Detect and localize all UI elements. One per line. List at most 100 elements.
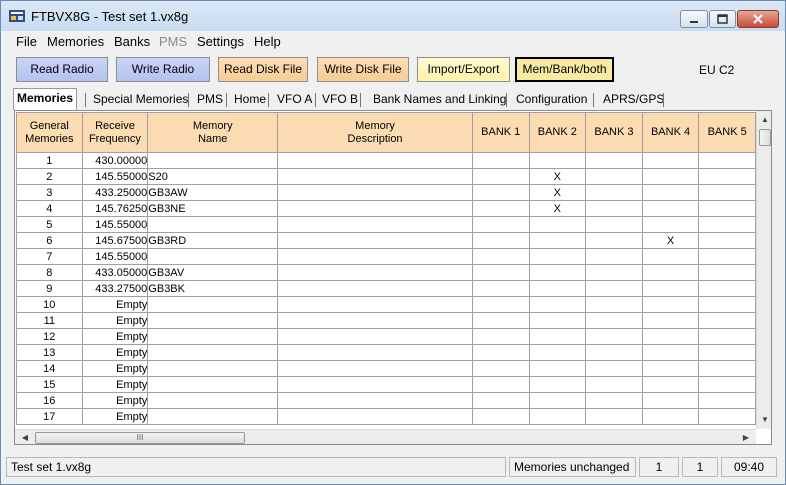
bank-3-cell[interactable] [585, 216, 643, 233]
bank-5-cell[interactable] [698, 248, 756, 265]
memory-description-cell[interactable] [277, 376, 473, 393]
vertical-scroll-thumb[interactable] [759, 129, 771, 146]
bank-2-cell[interactable] [528, 248, 587, 265]
menu-settings[interactable]: Settings [197, 34, 244, 49]
memory-description-cell[interactable] [277, 216, 473, 233]
bank-5-cell[interactable] [698, 360, 756, 377]
bank-1-cell[interactable] [471, 200, 530, 217]
bank-5-cell[interactable] [698, 392, 756, 409]
table-row[interactable]: 14 Empty [16, 360, 756, 377]
memory-description-cell[interactable] [277, 280, 473, 297]
bank-4-cell[interactable] [641, 248, 700, 265]
bank-5-cell[interactable] [698, 232, 756, 249]
bank-2-cell[interactable] [528, 216, 587, 233]
bank-4-cell[interactable] [641, 184, 700, 201]
frequency-cell[interactable]: 430.00000 [81, 152, 149, 169]
memory-description-cell[interactable] [277, 168, 473, 185]
table-row[interactable]: 5 145.55000 [16, 216, 756, 233]
frequency-cell[interactable]: Empty [81, 360, 149, 377]
menu-banks[interactable]: Banks [114, 34, 150, 49]
menu-help[interactable]: Help [254, 34, 281, 49]
bank-4-cell[interactable]: X [641, 232, 700, 249]
minimize-button[interactable] [680, 10, 708, 28]
bank-3-cell[interactable] [585, 280, 643, 297]
table-row[interactable]: 8 433.05000 GB3AV [16, 264, 756, 281]
bank-4-cell[interactable] [641, 408, 700, 425]
memory-name-cell[interactable]: GB3BK [147, 280, 279, 297]
memory-name-cell[interactable] [147, 408, 279, 425]
bank-4-cell[interactable] [641, 360, 700, 377]
table-row[interactable]: 12 Empty [16, 328, 756, 345]
bank-5-cell[interactable] [698, 296, 756, 313]
bank-5-cell[interactable] [698, 328, 756, 345]
memory-name-cell[interactable] [147, 216, 279, 233]
frequency-cell[interactable]: 433.05000 [81, 264, 149, 281]
header-receive-frequency[interactable]: Receive Frequency [81, 112, 149, 153]
bank-2-cell[interactable] [528, 152, 587, 169]
bank-3-cell[interactable] [585, 312, 643, 329]
frequency-cell[interactable]: 433.27500 [81, 280, 149, 297]
header-bank-5[interactable]: BANK 5 [698, 112, 756, 153]
bank-5-cell[interactable] [698, 184, 756, 201]
bank-3-cell[interactable] [585, 232, 643, 249]
memory-name-cell[interactable] [147, 328, 279, 345]
bank-3-cell[interactable] [585, 184, 643, 201]
tab-special-memories[interactable]: Special Memories [93, 90, 188, 110]
scroll-down-icon[interactable]: ▼ [757, 413, 771, 427]
bank-1-cell[interactable] [471, 408, 530, 425]
memory-name-cell[interactable] [147, 312, 279, 329]
bank-2-cell[interactable] [528, 408, 587, 425]
bank-5-cell[interactable] [698, 376, 756, 393]
memory-description-cell[interactable] [277, 264, 473, 281]
scroll-left-icon[interactable]: ◀ [18, 430, 32, 444]
bank-1-cell[interactable] [471, 152, 530, 169]
memory-description-cell[interactable] [277, 184, 473, 201]
tab-vfo-b[interactable]: VFO B [322, 90, 358, 110]
header-general-memories[interactable]: General Memories [16, 112, 83, 153]
table-row[interactable]: 10 Empty [16, 296, 756, 313]
table-row[interactable]: 7 145.55000 [16, 248, 756, 265]
table-row[interactable]: 13 Empty [16, 344, 756, 361]
bank-1-cell[interactable] [471, 168, 530, 185]
bank-1-cell[interactable] [471, 312, 530, 329]
bank-2-cell[interactable] [528, 296, 587, 313]
bank-1-cell[interactable] [471, 264, 530, 281]
memory-name-cell[interactable] [147, 376, 279, 393]
frequency-cell[interactable]: 145.55000 [81, 168, 149, 185]
bank-2-cell[interactable] [528, 360, 587, 377]
bank-2-cell[interactable] [528, 232, 587, 249]
table-row[interactable]: 2 145.55000 S20 X [16, 168, 756, 185]
bank-3-cell[interactable] [585, 200, 643, 217]
frequency-cell[interactable]: 145.76250 [81, 200, 149, 217]
frequency-cell[interactable]: 145.67500 [81, 232, 149, 249]
bank-3-cell[interactable] [585, 264, 643, 281]
bank-1-cell[interactable] [471, 216, 530, 233]
bank-4-cell[interactable] [641, 216, 700, 233]
bank-4-cell[interactable] [641, 152, 700, 169]
read-radio-button[interactable]: Read Radio [16, 57, 108, 82]
memory-name-cell[interactable]: GB3AV [147, 264, 279, 281]
memory-description-cell[interactable] [277, 248, 473, 265]
bank-1-cell[interactable] [471, 376, 530, 393]
bank-5-cell[interactable] [698, 168, 756, 185]
bank-4-cell[interactable] [641, 312, 700, 329]
bank-2-cell[interactable] [528, 280, 587, 297]
menu-file[interactable]: File [16, 34, 37, 49]
header-memory-description[interactable]: Memory Description [277, 112, 473, 153]
table-row[interactable]: 16 Empty [16, 392, 756, 409]
header-memory-name[interactable]: Memory Name [147, 112, 279, 153]
table-row[interactable]: 11 Empty [16, 312, 756, 329]
scroll-right-icon[interactable]: ▶ [739, 430, 753, 444]
bank-3-cell[interactable] [585, 248, 643, 265]
bank-4-cell[interactable] [641, 280, 700, 297]
bank-4-cell[interactable] [641, 344, 700, 361]
title-bar[interactable]: FTBVX8G - Test set 1.vx8g [1, 1, 785, 31]
frequency-cell[interactable]: Empty [81, 392, 149, 409]
bank-4-cell[interactable] [641, 328, 700, 345]
bank-5-cell[interactable] [698, 200, 756, 217]
frequency-cell[interactable]: Empty [81, 376, 149, 393]
memory-name-cell[interactable] [147, 296, 279, 313]
memory-name-cell[interactable]: GB3AW [147, 184, 279, 201]
bank-1-cell[interactable] [471, 392, 530, 409]
vertical-scrollbar[interactable]: ▲ ▼ [756, 111, 771, 429]
